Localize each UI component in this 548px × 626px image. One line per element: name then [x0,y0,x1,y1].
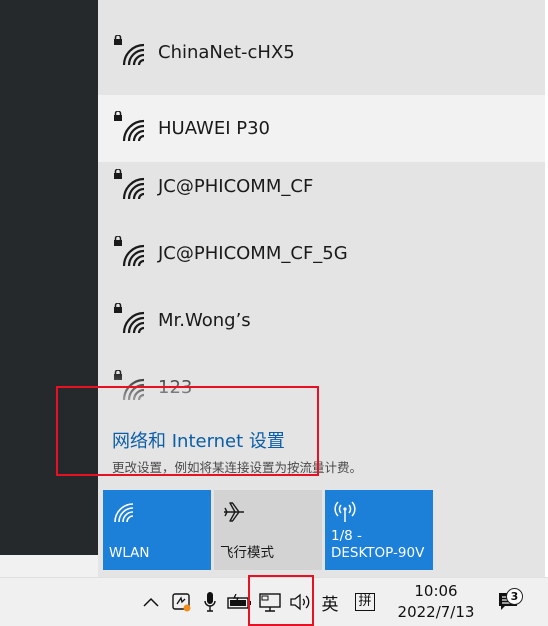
network-name: HUAWEI P30 [158,118,270,139]
show-hidden-icons-button[interactable] [140,578,162,626]
clock-button[interactable]: 10:06 2022/7/13 [390,581,482,623]
chevron-up-icon [143,597,159,607]
desktop-background [0,0,98,555]
tray-app-button[interactable] [167,578,195,626]
secured-wifi-icon [114,169,145,200]
microphone-icon [204,592,216,612]
network-name: Mr.Wong’s [158,310,251,331]
network-item[interactable]: JC@PHICOMM_CF_5G [98,220,545,287]
list-fade [98,370,545,410]
network-item[interactable]: ChinaNet-cHX5 [98,19,545,86]
mobile-hotspot-icon [334,501,356,522]
volume-icon [290,593,310,611]
battery-charging-icon [227,594,251,609]
battery-button[interactable] [226,578,254,626]
tile-label: WLAN [109,545,150,561]
ime-mode-button[interactable]: 拼 [352,578,378,626]
network-item-selected[interactable]: HUAWEI P30 [98,95,545,162]
network-name: JC@PHICOMM_CF [158,176,314,197]
volume-button[interactable] [288,578,312,626]
network-ethernet-icon [259,593,281,612]
network-name: JC@PHICOMM_CF_5G [158,243,348,264]
clock-time: 10:06 [414,582,458,600]
wifi-icon [114,503,134,523]
taskbar: 英 拼 10:06 2022/7/13 3 [0,577,548,626]
network-flyout: ChinaNet-cHX5 HUAWEI P30 JC@PHICOMM_CF J… [98,0,545,577]
action-center-button[interactable]: 3 [494,578,523,626]
network-tray-button[interactable] [256,578,284,626]
network-settings-description: 更改设置，例如将某连接设置为按流量计费。 [112,460,363,475]
airplane-icon [224,502,244,522]
notification-count-badge: 3 [506,588,523,605]
network-name: ChinaNet-cHX5 [158,42,295,63]
mobile-hotspot-tile[interactable]: 1/8 - DESKTOP-90V [325,490,433,570]
wlan-toggle-tile[interactable]: WLAN [103,490,211,570]
network-item[interactable]: JC@PHICOMM_CF [98,153,545,220]
secured-wifi-icon [114,35,145,66]
app-tray-icon [172,593,191,612]
network-item[interactable]: Mr.Wong’s [98,287,545,354]
secured-wifi-icon [114,236,145,267]
network-settings-link[interactable]: 网络和 Internet 设置 [112,427,285,453]
microphone-button[interactable] [200,578,220,626]
tile-label: 1/8 - DESKTOP-90V [331,528,425,561]
clock-date: 2022/7/13 [397,603,475,621]
secured-wifi-icon [114,303,145,334]
ime-mode-label: 拼 [355,593,375,611]
airplane-mode-tile[interactable]: 飞行模式 [214,490,322,570]
desktop-background-lower [0,555,98,577]
tile-label: 飞行模式 [220,545,274,561]
ime-language-button[interactable]: 英 [318,578,342,626]
secured-wifi-icon [114,111,145,142]
